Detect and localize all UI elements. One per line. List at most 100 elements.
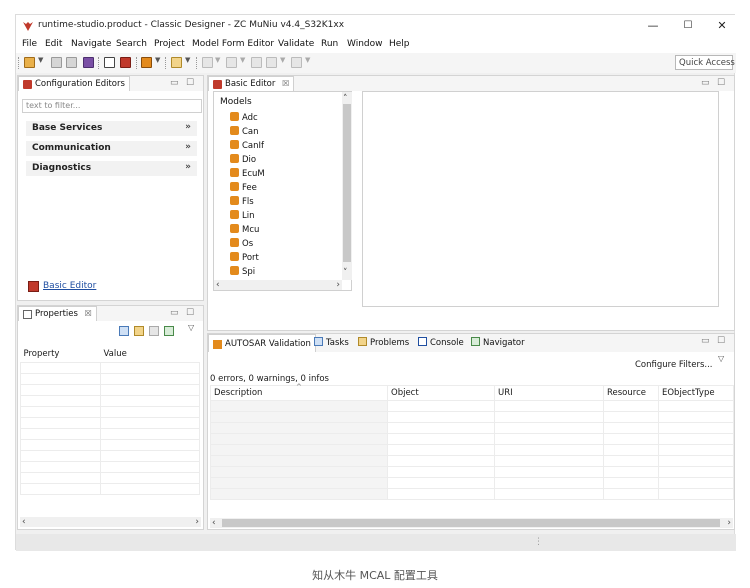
menu-search[interactable]: Search (116, 39, 147, 49)
build-icon[interactable] (83, 57, 94, 68)
maximize-panel-icon[interactable]: ☐ (186, 308, 194, 318)
scroll-right-icon[interactable]: › (336, 280, 340, 290)
new-file-icon[interactable] (24, 57, 35, 68)
toolbar-grip (18, 57, 19, 69)
tab-console[interactable]: Console (418, 337, 464, 348)
generate-icon[interactable] (120, 57, 131, 68)
horizontal-scrollbar[interactable]: ‹ › (214, 280, 342, 290)
menu-navigate[interactable]: Navigate (71, 39, 111, 49)
close-tab-icon[interactable]: ☒ (282, 79, 289, 88)
problems-icon (358, 337, 367, 346)
save-icon[interactable] (51, 57, 62, 68)
model-item[interactable]: Os (230, 238, 253, 249)
model-item[interactable]: Lin (230, 210, 254, 221)
run-dropdown-icon[interactable]: ▼ (155, 56, 160, 64)
section-communication[interactable]: Communication » (26, 141, 197, 156)
tab-configuration-editors[interactable]: Configuration Editors (18, 76, 130, 91)
maximize-panel-icon[interactable]: ☐ (717, 336, 725, 346)
prev-annotation-icon[interactable] (226, 57, 237, 68)
menu-help[interactable]: Help (389, 39, 410, 49)
editor-content-area[interactable] (362, 91, 719, 307)
quick-access-input[interactable]: Quick Access (675, 55, 735, 70)
table-row (20, 449, 101, 462)
model-label: Spi (242, 267, 256, 277)
next-annotation-dropdown-icon[interactable]: ▼ (215, 56, 220, 64)
column-header-eobjecttype[interactable]: EObjectType (658, 385, 734, 401)
menu-file[interactable]: File (22, 39, 37, 49)
column-header-resource[interactable]: Resource (603, 385, 659, 401)
back-icon[interactable] (266, 57, 277, 68)
maximize-panel-icon[interactable]: ☐ (717, 78, 725, 88)
tab-problems[interactable]: Problems (358, 337, 409, 348)
horizontal-scrollbar[interactable]: ‹ › (20, 517, 201, 527)
column-header-uri[interactable]: URI (494, 385, 604, 401)
model-item[interactable]: Port (230, 252, 259, 263)
model-label: Port (242, 253, 259, 263)
scroll-right-icon[interactable]: › (195, 517, 199, 527)
scroll-up-icon[interactable]: ˄ (343, 94, 348, 104)
model-item[interactable]: Can (230, 126, 259, 137)
table-cell (494, 455, 604, 467)
menu-model-form-editor[interactable]: Model Form Editor (192, 39, 274, 49)
scroll-left-icon[interactable]: ‹ (22, 517, 26, 527)
forward-icon[interactable] (291, 57, 302, 68)
next-annotation-icon[interactable] (202, 57, 213, 68)
view-menu-icon[interactable]: ▽ (188, 323, 194, 332)
tab-tasks[interactable]: Tasks (314, 337, 349, 348)
table-cell (210, 411, 388, 423)
horizontal-scrollbar[interactable]: ‹ › (210, 518, 733, 528)
minimize-panel-icon[interactable]: ▭ (170, 308, 179, 318)
filter-input[interactable]: text to filter... (22, 99, 202, 113)
run-config-icon[interactable] (141, 57, 152, 68)
tab-label: Problems (370, 338, 410, 348)
tab-basic-editor[interactable]: Basic Editor ☒ (208, 76, 295, 91)
basic-editor-link[interactable]: Basic Editor (43, 281, 96, 291)
menu-project[interactable]: Project (154, 39, 185, 49)
scroll-right-icon[interactable]: › (727, 518, 731, 528)
model-item[interactable]: CanIf (230, 140, 264, 151)
scroll-left-icon[interactable]: ‹ (212, 518, 216, 528)
menu-run[interactable]: Run (321, 39, 338, 49)
new-dropdown-icon[interactable]: ▼ (38, 56, 43, 64)
tab-autosar-validation[interactable]: AUTOSAR Validation (208, 334, 316, 352)
model-item[interactable]: EcuM (230, 168, 265, 179)
forward-dropdown-icon[interactable]: ▼ (305, 56, 310, 64)
scrollbar-thumb[interactable] (343, 104, 351, 262)
minimize-button[interactable]: — (644, 18, 662, 34)
menu-edit[interactable]: Edit (45, 39, 62, 49)
prev-annotation-dropdown-icon[interactable]: ▼ (240, 56, 245, 64)
maximize-panel-icon[interactable]: ☐ (186, 78, 194, 88)
menu-window[interactable]: Window (347, 39, 383, 49)
minimize-panel-icon[interactable]: ▭ (170, 78, 179, 88)
open-type-icon[interactable] (104, 57, 115, 68)
configure-filters-link[interactable]: Configure Filters... (635, 360, 712, 370)
section-diagnostics[interactable]: Diagnostics » (26, 161, 197, 176)
back-dropdown-icon[interactable]: ▼ (280, 56, 285, 64)
pin-icon[interactable] (171, 57, 182, 68)
pin-dropdown-icon[interactable]: ▼ (185, 56, 190, 64)
view-menu-icon[interactable]: ▽ (718, 354, 724, 363)
model-item[interactable]: Mcu (230, 224, 259, 235)
column-header-object[interactable]: Object (387, 385, 495, 401)
maximize-button[interactable]: ☐ (679, 18, 697, 34)
close-tab-icon[interactable]: ☒ (85, 309, 92, 318)
tab-navigator[interactable]: Navigator (471, 337, 525, 348)
save-all-icon[interactable] (66, 57, 77, 68)
menu-validate[interactable]: Validate (278, 39, 314, 49)
close-button[interactable]: ✕ (713, 18, 731, 34)
section-base-services[interactable]: Base Services » (26, 121, 197, 136)
scrollbar-thumb[interactable] (222, 519, 720, 527)
minimize-panel-icon[interactable]: ▭ (701, 336, 710, 346)
scroll-down-icon[interactable]: ˅ (343, 268, 348, 278)
model-item[interactable]: Adc (230, 112, 258, 123)
basic-editor-tab-icon (213, 80, 222, 89)
last-edit-icon[interactable] (251, 57, 262, 68)
model-item[interactable]: Spi (230, 266, 255, 277)
tab-properties[interactable]: Properties ☒ (18, 306, 97, 321)
vertical-scrollbar[interactable]: ˄ ˅ (342, 92, 352, 280)
model-item[interactable]: Fls (230, 196, 254, 207)
model-item[interactable]: Dio (230, 154, 256, 165)
minimize-panel-icon[interactable]: ▭ (701, 78, 710, 88)
scroll-left-icon[interactable]: ‹ (216, 280, 220, 290)
model-item[interactable]: Fee (230, 182, 257, 193)
